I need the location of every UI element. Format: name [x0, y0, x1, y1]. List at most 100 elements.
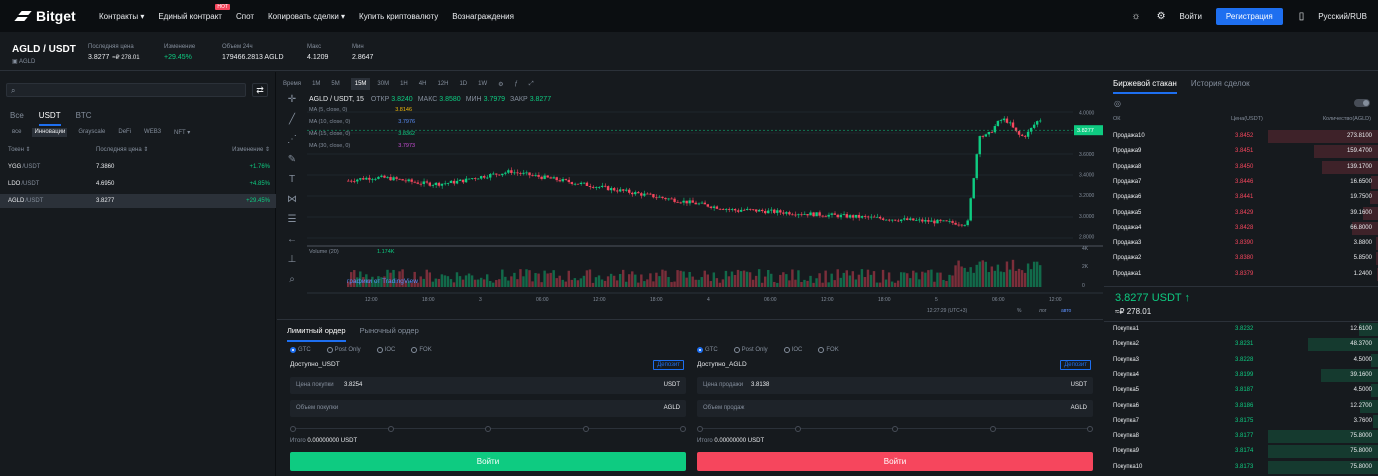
- language-selector[interactable]: Русский/RUB: [1318, 12, 1367, 21]
- scale-option[interactable]: авто: [1061, 308, 1072, 314]
- zoom-icon[interactable]: ⌕: [279, 274, 305, 294]
- col-change[interactable]: Изменение ⇕: [232, 146, 270, 153]
- book-toggle[interactable]: [1354, 99, 1370, 107]
- nav-item-2[interactable]: Спот: [236, 12, 254, 21]
- deposit-button[interactable]: Депозит: [1060, 360, 1091, 370]
- register-button[interactable]: Регистрация: [1215, 7, 1283, 25]
- asks-row[interactable]: Продажа10 3.8452 273.8100: [1104, 129, 1378, 144]
- market-subtab[interactable]: Grayscale: [76, 128, 107, 137]
- nav-item-1[interactable]: Единый контракт HOT: [158, 3, 230, 21]
- slider-step[interactable]: [892, 426, 898, 432]
- asks-row[interactable]: Продажа8 3.8450 139.1700: [1104, 160, 1378, 175]
- phone-icon[interactable]: ▯: [1299, 11, 1305, 22]
- interval-0[interactable]: Время: [283, 81, 301, 87]
- market-subtab[interactable]: DeFi: [116, 128, 133, 137]
- book-tab[interactable]: Биржевой стакан: [1113, 79, 1177, 94]
- col-last-price[interactable]: Последняя цена ⇕: [96, 146, 148, 153]
- pattern-icon[interactable]: ⋈: [279, 194, 305, 214]
- scale-option[interactable]: лог: [1039, 308, 1047, 314]
- bids-row[interactable]: Покупка7 3.8175 3.7600: [1104, 414, 1378, 429]
- login-link[interactable]: Войти: [1180, 12, 1202, 21]
- asks-row[interactable]: Продажа5 3.8429 39.1600: [1104, 206, 1378, 221]
- slider-step[interactable]: [794, 426, 801, 432]
- bids-row[interactable]: Покупка8 3.8177 75.8000: [1104, 429, 1378, 444]
- text-tool-icon[interactable]: T: [279, 174, 305, 194]
- sun-icon[interactable]: ☼: [1131, 11, 1140, 22]
- pitchfork-icon[interactable]: ⋰: [279, 134, 305, 154]
- book-view-icon[interactable]: ◎: [1114, 99, 1121, 108]
- asks-row[interactable]: Продажа2 3.8380 5.8500: [1104, 251, 1378, 266]
- tif-option[interactable]: FOK: [818, 347, 846, 353]
- buy-amount-slider[interactable]: [290, 426, 686, 432]
- gear-icon[interactable]: ⚙: [1157, 11, 1166, 22]
- bids-row[interactable]: Покупка1 3.8232 12.6100: [1104, 322, 1378, 337]
- nav-item-3[interactable]: Копировать сделки ▾: [268, 12, 345, 21]
- slider-step[interactable]: [989, 426, 996, 432]
- sell-price-input[interactable]: Цена продажи 3.8138 USDT: [697, 377, 1093, 394]
- swap-icon[interactable]: ⇄: [252, 83, 268, 97]
- market-tab[interactable]: Все: [10, 111, 24, 126]
- pair-title[interactable]: AGLD / USDT: [12, 44, 76, 55]
- asks-row[interactable]: Продажа1 3.8379 1.2400: [1104, 267, 1378, 282]
- slider-step[interactable]: [1087, 426, 1093, 432]
- market-subtab[interactable]: WEB3: [142, 128, 163, 137]
- market-search-input[interactable]: ⌕: [6, 83, 246, 97]
- market-tab[interactable]: USDT: [38, 111, 61, 126]
- buy-price-input[interactable]: Цена покупки 3.8254 USDT: [290, 377, 686, 394]
- order-tab[interactable]: Рыночный ордер: [360, 326, 419, 342]
- tif-option[interactable]: FOK: [411, 347, 439, 353]
- bids-row[interactable]: Покупка9 3.8174 75.8000: [1104, 444, 1378, 459]
- bids-row[interactable]: Покупка10 3.8173 75.8000: [1104, 460, 1378, 475]
- ruler-icon[interactable]: ⊥: [279, 254, 305, 274]
- nav-item-4[interactable]: Купить криптовалюту: [359, 12, 438, 21]
- deposit-button[interactable]: Депозит: [653, 360, 684, 370]
- back-arrow-icon[interactable]: ←: [279, 234, 305, 254]
- crosshair-icon[interactable]: ✛: [279, 94, 305, 114]
- asks-row[interactable]: Продажа9 3.8451 159.4700: [1104, 144, 1378, 159]
- nav-item-5[interactable]: Вознаграждения: [452, 12, 514, 21]
- nav-item-0[interactable]: Контракты ▾: [99, 12, 144, 21]
- market-subtab[interactable]: все: [10, 128, 23, 137]
- tif-option[interactable]: Post Only: [326, 347, 369, 353]
- market-subtab[interactable]: Инновации: [32, 128, 68, 137]
- slider-step[interactable]: [290, 426, 296, 432]
- market-row[interactable]: AGLD/USDT 3.8277 +29.45%: [0, 194, 276, 208]
- market-subtab[interactable]: NFT ▾: [172, 128, 192, 137]
- col-token[interactable]: Токен ⇕: [8, 146, 31, 153]
- slider-step[interactable]: [680, 426, 686, 432]
- slider-step[interactable]: [387, 426, 394, 432]
- scale-option[interactable]: %: [1017, 308, 1022, 314]
- bids-row[interactable]: Покупка6 3.8186 12.2700: [1104, 399, 1378, 414]
- tif-option[interactable]: IOC: [376, 347, 404, 353]
- tradingview-credit[interactable]: графики от TradingView: [347, 278, 418, 285]
- brand-logo[interactable]: Bitget: [14, 8, 84, 24]
- bids-row[interactable]: Покупка3 3.8228 4.5000: [1104, 353, 1378, 368]
- tif-option[interactable]: Post Only: [733, 347, 776, 353]
- market-tab[interactable]: BTC: [76, 111, 92, 126]
- asks-row[interactable]: Продажа3 3.8390 3.8800: [1104, 236, 1378, 251]
- sell-submit-button[interactable]: Войти: [697, 452, 1093, 471]
- brush-icon[interactable]: ✎: [279, 154, 305, 174]
- order-tab[interactable]: Лимитный ордер: [287, 326, 346, 342]
- asks-row[interactable]: Продажа6 3.8441 19.7500: [1104, 190, 1378, 205]
- bids-row[interactable]: Покупка2 3.8231 48.3700: [1104, 337, 1378, 352]
- bids-row[interactable]: Покупка4 3.8199 39.1600: [1104, 368, 1378, 383]
- tif-option[interactable]: GTC: [290, 347, 319, 353]
- sell-amount-slider[interactable]: [697, 426, 1093, 432]
- bids-row[interactable]: Покупка5 3.8187 4.5000: [1104, 383, 1378, 398]
- buy-amount-input[interactable]: Объем покупки AGLD: [290, 400, 686, 417]
- trendline-icon[interactable]: ╱: [279, 114, 305, 134]
- asks-row[interactable]: Продажа7 3.8446 16.6500: [1104, 175, 1378, 190]
- fib-icon[interactable]: ☰: [279, 214, 305, 234]
- market-row[interactable]: LDO/USDT 4.6950 +4.85%: [0, 177, 276, 191]
- tif-option[interactable]: GTC: [697, 347, 726, 353]
- slider-step[interactable]: [485, 426, 491, 432]
- slider-step[interactable]: [582, 426, 589, 432]
- tif-option[interactable]: IOC: [783, 347, 811, 353]
- buy-submit-button[interactable]: Войти: [290, 452, 686, 471]
- book-tab[interactable]: История сделок: [1191, 79, 1250, 94]
- asks-row[interactable]: Продажа4 3.8428 66.8000: [1104, 221, 1378, 236]
- slider-step[interactable]: [697, 426, 703, 432]
- candlestick-plot[interactable]: 4.00003.80003.60003.40003.20003.00002.80…: [307, 72, 1103, 318]
- sell-amount-input[interactable]: Объем продаж AGLD: [697, 400, 1093, 417]
